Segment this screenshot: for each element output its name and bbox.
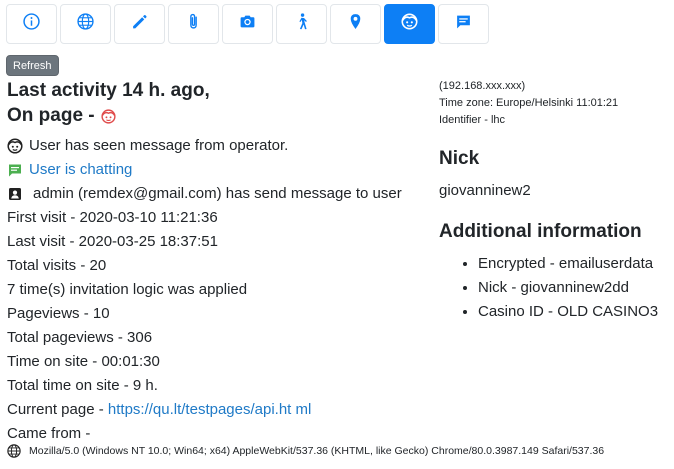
seen-message-row: User has seen message from operator. bbox=[7, 134, 402, 158]
paperclip-icon bbox=[185, 13, 202, 35]
seen-message-text: User has seen message from operator. bbox=[29, 137, 289, 154]
last-visit: Last visit - 2020-03-25 18:37:51 bbox=[7, 233, 218, 250]
globe-icon bbox=[77, 13, 94, 35]
total-time-on-site: Total time on site - 9 h. bbox=[7, 377, 158, 394]
map-pin-icon bbox=[347, 13, 364, 35]
chat-green-icon bbox=[7, 162, 23, 178]
last-activity-text: Last activity 14 h. ago, bbox=[7, 80, 210, 101]
user-agent-text: Mozilla/5.0 (Windows NT 10.0; Win64; x64… bbox=[29, 445, 605, 457]
additional-info-item: Nick - giovanninew2dd bbox=[478, 276, 658, 300]
contact-card-icon bbox=[7, 186, 23, 202]
globe-small-icon bbox=[7, 444, 21, 458]
total-visits: Total visits - 20 bbox=[7, 257, 107, 274]
info-icon bbox=[23, 13, 40, 35]
invitation-logic: 7 time(s) invitation logic was applied bbox=[7, 281, 248, 298]
chatting-row: User is chatting bbox=[7, 158, 402, 182]
current-page-row: Current page - https://qu.lt/testpages/a… bbox=[7, 398, 402, 422]
on-page-label: On page - bbox=[7, 105, 95, 126]
screenshot-button[interactable] bbox=[222, 4, 273, 44]
visitor-meta: (192.168.xxx.xxx) Time zone: Europe/Hels… bbox=[439, 78, 618, 129]
face-outline-icon bbox=[7, 138, 23, 154]
admin-message-text: admin (remdex@gmail.com) has send messag… bbox=[33, 185, 402, 202]
chatting-link[interactable]: User is chatting bbox=[29, 158, 132, 182]
location-button[interactable] bbox=[330, 4, 381, 44]
refresh-button[interactable]: Refresh bbox=[6, 55, 59, 76]
first-visit: First visit - 2020-03-10 11:21:36 bbox=[7, 209, 218, 226]
additional-info-heading: Additional information bbox=[439, 221, 642, 242]
walking-person-icon bbox=[293, 13, 310, 35]
pageviews: Pageviews - 10 bbox=[7, 305, 110, 322]
chat-button[interactable] bbox=[438, 4, 489, 44]
ip-address: (192.168.xxx.xxx) bbox=[439, 80, 526, 92]
face-icon bbox=[401, 13, 418, 35]
globe-button[interactable] bbox=[60, 4, 111, 44]
on-page-status: On page - bbox=[7, 105, 116, 127]
additional-info-item: Encrypted - emailuserdata bbox=[478, 252, 658, 276]
admin-message-row: admin (remdex@gmail.com) has send messag… bbox=[7, 182, 402, 206]
nick-heading: Nick bbox=[439, 148, 480, 169]
nick-value: giovanninew2 bbox=[439, 182, 531, 199]
visitor-details: User has seen message from operator. Use… bbox=[7, 134, 402, 446]
camera-icon bbox=[239, 13, 256, 35]
edit-button[interactable] bbox=[114, 4, 165, 44]
identifier: Identifier - lhc bbox=[439, 114, 506, 126]
chat-icon bbox=[455, 13, 472, 35]
activity-button[interactable] bbox=[276, 4, 327, 44]
attachment-button[interactable] bbox=[168, 4, 219, 44]
came-from: Came from - bbox=[7, 425, 91, 442]
current-page-label: Current page - bbox=[7, 401, 104, 418]
current-page-link[interactable]: https://qu.lt/testpages/api.ht ml bbox=[108, 398, 311, 422]
user-status-button[interactable] bbox=[384, 4, 435, 44]
additional-info-item: Casino ID - OLD CASINO3 bbox=[478, 300, 658, 324]
info-button[interactable] bbox=[6, 4, 57, 44]
user-agent-row: Mozilla/5.0 (Windows NT 10.0; Win64; x64… bbox=[7, 444, 604, 458]
additional-info-list: Encrypted - emailuserdata Nick - giovann… bbox=[460, 252, 658, 324]
toolbar bbox=[6, 4, 489, 44]
total-pageviews: Total pageviews - 306 bbox=[7, 329, 153, 346]
time-on-site: Time on site - 00:01:30 bbox=[7, 353, 160, 370]
pencil-icon bbox=[131, 13, 148, 35]
time-zone: Time zone: Europe/Helsinki 11:01:21 bbox=[439, 97, 619, 109]
face-red-icon bbox=[101, 108, 116, 124]
